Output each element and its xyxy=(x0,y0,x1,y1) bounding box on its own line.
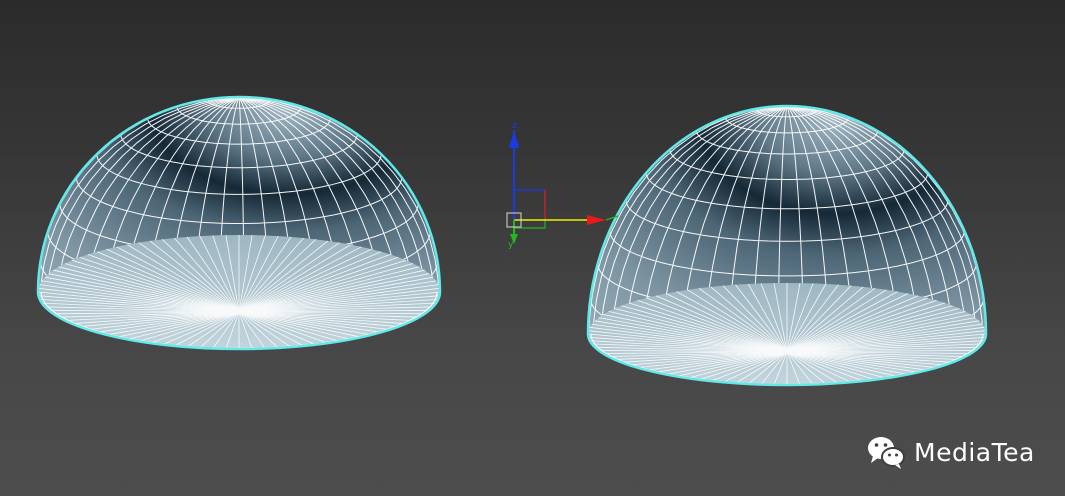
viewport-scene: zy xyxy=(36,95,988,387)
3d-viewport[interactable]: zy MediaTea xyxy=(0,0,1065,496)
transform-gizmo[interactable]: zy xyxy=(506,121,619,250)
hemisphere-left[interactable] xyxy=(36,95,442,351)
wechat-icon xyxy=(868,437,905,469)
gizmo-y-label: y xyxy=(508,240,514,250)
gizmo-z-arrowhead xyxy=(509,130,519,148)
gizmo-x-arrowhead xyxy=(587,215,606,225)
watermark-text: MediaTea xyxy=(914,437,1035,467)
gizmo-plane-xz xyxy=(514,189,546,220)
gizmo-z-label: z xyxy=(512,121,517,131)
watermark: MediaTea xyxy=(866,432,1035,472)
hemisphere-right[interactable] xyxy=(586,104,988,387)
